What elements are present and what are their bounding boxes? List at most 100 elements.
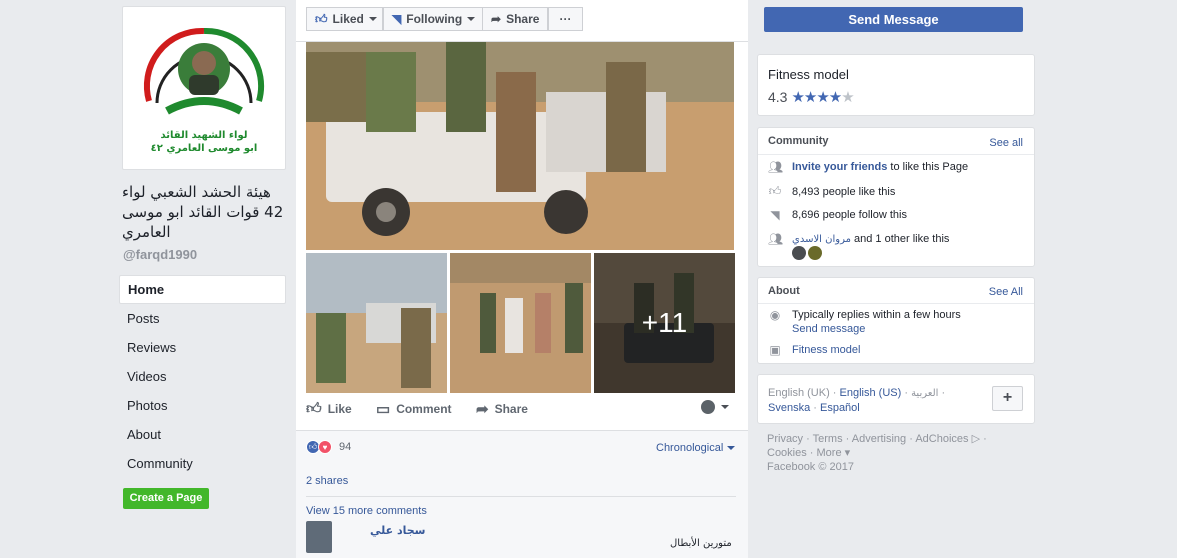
comment-sort-dropdown[interactable]: Chronological	[656, 442, 736, 454]
nav-item-videos[interactable]: Videos	[119, 362, 286, 391]
nav-item-about[interactable]: About	[119, 420, 286, 449]
send-message-link[interactable]: Send message	[792, 322, 961, 336]
photo-truck-soldiers	[306, 42, 734, 250]
invite-friends-link[interactable]: Invite your friends	[792, 161, 887, 173]
post-photo-3[interactable]	[450, 253, 591, 393]
speech-bubble-icon: ▭	[376, 401, 391, 418]
rating-value: 4.3	[768, 89, 788, 105]
rss-icon: ◥	[392, 12, 402, 26]
response-time-text: Typically replies within a few hours	[792, 309, 961, 321]
nav-item-community[interactable]: Community	[119, 449, 286, 478]
following-button[interactable]: ◥ Following	[383, 7, 483, 31]
comment-label: Comment	[396, 402, 452, 416]
comment-button[interactable]: ▭ Comment	[376, 400, 452, 418]
photo-soldiers-vehicle	[306, 253, 447, 393]
share-post-label: Share	[494, 402, 528, 416]
people-icon: 👥︎	[768, 160, 784, 174]
liked-label: Liked	[332, 12, 364, 26]
rating-card: Fitness model 4.3 ★★★★★	[757, 54, 1035, 116]
chevron-down-icon	[368, 17, 377, 21]
invite-friends-row[interactable]: 👥︎ Invite your friends to like this Page	[768, 160, 968, 174]
friend-avatars	[792, 246, 822, 260]
about-title: About	[768, 285, 800, 297]
nav-item-photos[interactable]: Photos	[119, 391, 286, 420]
reaction-count: 94	[339, 441, 352, 453]
view-more-comments-link[interactable]: View 15 more comments	[306, 505, 427, 517]
more-options-button[interactable]: ···	[548, 7, 583, 31]
lang-espanol[interactable]: Español	[820, 402, 860, 414]
like-label: Like	[327, 402, 352, 416]
lang-english-us[interactable]: English (US)	[840, 387, 902, 399]
commenter-avatar[interactable]	[306, 521, 332, 553]
invite-rest-text: to like this Page	[887, 161, 969, 173]
photo-desert-group	[450, 253, 591, 393]
thumbs-up-icon: 👍︎	[315, 12, 328, 26]
more-photos-overlay[interactable]: +11	[594, 253, 735, 393]
following-label: Following	[406, 12, 463, 26]
page-actions-bar: 👍︎ Liked ◥ Following ➦ Share ···	[296, 0, 748, 42]
shares-link[interactable]: 2 shares	[306, 475, 348, 487]
love-reaction-icon: ♥	[318, 440, 332, 454]
people-icon: 👥︎	[768, 232, 784, 246]
community-card: Community See all 👥︎ Invite your friends…	[757, 127, 1035, 267]
post-action-bar: 👍︎ Like ▭ Comment ➦ Share	[306, 396, 736, 426]
profile-picture[interactable]: لواء الشهيد القائد ابو موسى العامري ٤٢	[122, 6, 286, 170]
post-as-selector[interactable]	[701, 400, 729, 414]
about-category-link[interactable]: Fitness model	[792, 344, 860, 356]
follows-row[interactable]: ◥ 8,696 people follow this	[768, 208, 907, 222]
comment-text: متورين الأبطال	[670, 538, 732, 549]
share-post-button[interactable]: ➦ Share	[476, 400, 528, 418]
share-page-button[interactable]: ➦ Share	[482, 7, 548, 31]
reactions-summary[interactable]: 👍︎ ♥ 94	[306, 440, 351, 454]
avatar[interactable]	[792, 246, 806, 260]
logo-text-line2: ابو موسى العامري ٤٢	[150, 143, 258, 154]
commenter-name[interactable]: سجاد علي	[370, 524, 425, 537]
footer-links-line2[interactable]: Cookies · More ▾	[767, 446, 1027, 460]
liked-button[interactable]: 👍︎ Liked	[306, 7, 383, 31]
footer-copyright: Facebook © 2017	[767, 461, 854, 473]
about-see-all-link[interactable]: See All	[989, 286, 1023, 298]
follows-count-text: 8,696 people follow this	[792, 209, 907, 221]
post-photo-2[interactable]	[306, 253, 447, 393]
page-name[interactable]: هيئة الحشد الشعبي لواء 42 قوات القائد اب…	[122, 182, 292, 242]
share-arrow-icon: ➦	[476, 401, 489, 418]
avatar[interactable]	[808, 246, 822, 260]
page-category[interactable]: Fitness model	[768, 67, 849, 82]
more-languages-button[interactable]: +	[992, 386, 1023, 411]
nav-item-home[interactable]: Home	[119, 275, 286, 304]
star-rating-icon: ★★★★★	[791, 89, 854, 106]
invite-text: Invite your friends to like this Page	[792, 161, 968, 173]
messenger-icon: ◉	[769, 308, 781, 322]
languages-card: English (UK) · English (US) · العربية · …	[757, 374, 1035, 424]
logo-text-line1: لواء الشهيد القائد	[160, 130, 248, 141]
post-photo-main[interactable]	[306, 42, 734, 250]
friend-name-link[interactable]: مروان الاسدي	[792, 234, 851, 245]
post-photo-4[interactable]: +11	[594, 253, 735, 393]
lang-svenska[interactable]: Svenska	[768, 402, 810, 414]
friends-like-row[interactable]: 👥︎ مروان الاسدي and 1 other like this	[768, 232, 949, 246]
rating-row[interactable]: 4.3 ★★★★★	[768, 88, 855, 106]
response-time-row: ◉ Typically replies within a few hours S…	[768, 308, 961, 336]
likes-row[interactable]: 👍︎ 8,493 people like this	[768, 184, 896, 199]
nav-item-posts[interactable]: Posts	[119, 304, 286, 333]
rss-icon: ◥	[770, 208, 780, 222]
create-page-button[interactable]: Create a Page	[123, 488, 209, 509]
footer-links-line1[interactable]: Privacy · Terms · Advertising · AdChoice…	[767, 432, 1027, 446]
nav-item-reviews[interactable]: Reviews	[119, 333, 286, 362]
community-title: Community	[768, 135, 829, 147]
thumbs-up-outline-icon: 👍︎	[306, 400, 322, 417]
like-button[interactable]: 👍︎ Like	[306, 400, 352, 418]
lang-english-uk[interactable]: English (UK)	[768, 387, 830, 399]
lang-arabic[interactable]: العربية	[911, 388, 938, 399]
send-message-button[interactable]: Send Message	[764, 7, 1023, 32]
friend-rest-text: and 1 other like this	[850, 233, 950, 245]
community-see-all-link[interactable]: See all	[989, 137, 1023, 149]
page-handle[interactable]: @farqd1990	[123, 247, 197, 262]
share-arrow-icon: ➦	[491, 12, 502, 26]
chevron-down-icon	[727, 446, 736, 450]
thumbs-up-icon: 👍︎	[768, 184, 782, 198]
friends-like-text: مروان الاسدي and 1 other like this	[792, 233, 949, 245]
divider	[306, 496, 736, 497]
briefcase-icon: ▣	[769, 343, 781, 357]
about-category-row[interactable]: ▣ Fitness model	[768, 343, 860, 357]
